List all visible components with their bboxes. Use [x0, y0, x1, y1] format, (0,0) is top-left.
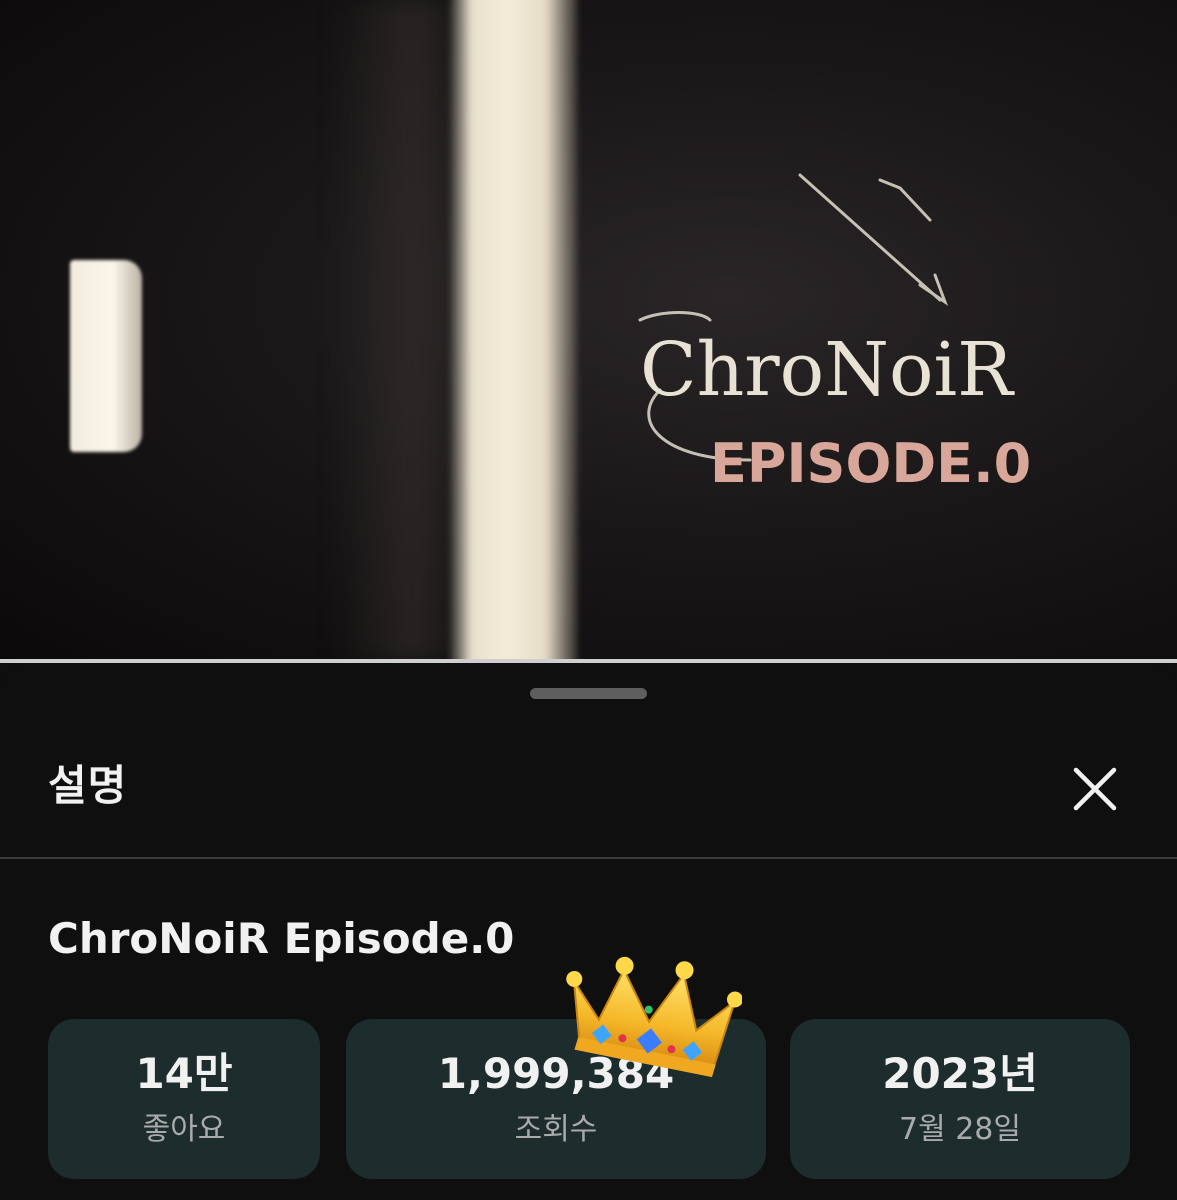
video-title: ChroNoiR Episode.0: [48, 914, 515, 963]
video-frame-window: [70, 260, 142, 452]
date-stat[interactable]: 2023년 7월 28일: [790, 1019, 1130, 1179]
date-year: 2023년: [882, 1048, 1038, 1098]
video-frame-light-beam: [448, 0, 578, 662]
description-sheet: 설명 ChroNoiR Episode.0 14만 좋아요 1,999,384 …: [0, 664, 1177, 1200]
likes-stat[interactable]: 14만 좋아요: [48, 1019, 320, 1179]
views-label: 조회수: [514, 1112, 598, 1148]
video-player[interactable]: ChroNoiR EPISODE.0: [0, 0, 1177, 662]
close-button[interactable]: [1062, 756, 1128, 822]
likes-label: 좋아요: [142, 1112, 226, 1148]
video-handwritten-title: ChroNoiR EPISODE.0: [638, 173, 1031, 495]
video-progress-bar[interactable]: [0, 659, 1177, 663]
overlay-line1: ChroNoiR: [640, 327, 1015, 413]
sheet-title: 설명: [48, 761, 128, 810]
date-day: 7월 28일: [899, 1112, 1021, 1148]
overlay-line2: EPISODE.0: [710, 432, 1031, 495]
crown-icon: [566, 956, 742, 1078]
close-icon: [1073, 767, 1117, 811]
divider: [0, 857, 1177, 859]
likes-value: 14만: [135, 1048, 233, 1098]
drag-handle[interactable]: [530, 688, 647, 699]
